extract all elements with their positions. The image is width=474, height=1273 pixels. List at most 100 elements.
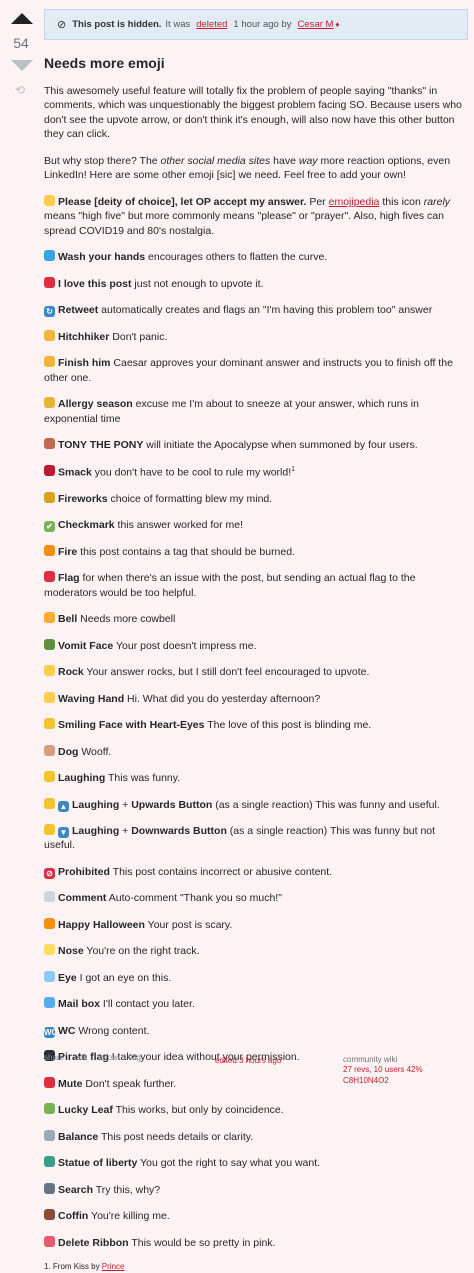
moderator-diamond-icon: ♦ <box>335 20 340 29</box>
heart-icon <box>44 276 55 288</box>
reaction-name: Laughing <box>72 825 120 837</box>
hidden-post-notice: ⊘ This post is hidden. It was deleted 1 … <box>44 9 468 40</box>
fire-icon <box>44 544 55 556</box>
reaction-description: This would be so pretty in pink. <box>128 1236 276 1249</box>
laughing-face-icon <box>44 824 55 835</box>
reaction-item: WCWC Wrong content. <box>44 1024 462 1038</box>
reaction-name: Hitchhiker <box>58 330 110 343</box>
reaction-name: Nose <box>58 945 84 958</box>
reaction-description: I got an eye on this. <box>76 971 172 984</box>
reaction-item: Vomit Face Your post doesn't impress me. <box>44 638 462 653</box>
reaction-description: You got the right to say what you want. <box>137 1157 321 1170</box>
lips-icon <box>44 465 55 477</box>
reaction-name: I love this post <box>58 277 132 290</box>
reaction-item: I love this post just not enough to upvo… <box>44 276 462 291</box>
balance-scale-icon <box>44 1129 55 1141</box>
sneezing-face-icon <box>44 397 55 409</box>
reaction-description: This post needs details or clarity. <box>98 1130 254 1143</box>
reaction-description: automatically creates and flags an "I'm … <box>98 304 433 317</box>
waving-hand-icon <box>44 691 55 703</box>
reaction-name: Fire <box>58 545 78 558</box>
edit-link[interactable]: edit <box>74 1053 87 1062</box>
reaction-item: Coffin You're killing me. <box>44 1209 462 1223</box>
reaction-description: The love of this post is blinding me. <box>204 719 372 732</box>
down-button-icon: ▼ <box>58 827 69 838</box>
post-body: This awesomely useful feature will total… <box>44 84 462 1273</box>
check-mark-icon: ✔ <box>44 521 55 533</box>
reaction-item: Balance This post needs details or clari… <box>44 1129 462 1144</box>
reaction-description: Wrong content. <box>75 1024 150 1037</box>
reaction-name: Allergy season <box>58 398 133 411</box>
bell-icon <box>44 612 55 624</box>
owner-user-link[interactable]: C8H10N4O2 <box>343 1076 423 1086</box>
downvote-arrow-icon[interactable] <box>11 60 33 71</box>
upvote-arrow-icon[interactable] <box>11 13 33 24</box>
notice-strong: This post is hidden. <box>72 19 162 30</box>
reaction-name: Downwards Button <box>131 825 227 837</box>
reaction-description: Don't panic. <box>109 330 168 343</box>
muted-speaker-icon <box>44 1076 55 1088</box>
reaction-description: Try this, why? <box>93 1183 161 1196</box>
reaction-name: Mute <box>58 1077 83 1090</box>
red-flag-icon <box>44 571 55 583</box>
emojipedia-link[interactable]: emojipedia <box>329 196 380 208</box>
edited-time[interactable]: edited 3 hours ago <box>215 1056 281 1065</box>
reaction-name: Finish him <box>58 357 111 370</box>
reaction-item: Dog Wooff. <box>44 744 462 759</box>
reaction-description: will initiate the Apocalypse when summon… <box>143 439 418 452</box>
reaction-item: ↻ Retweet automatically creates and flags… <box>44 303 462 318</box>
reaction-name: Prohibited <box>58 865 110 878</box>
reaction-name: Comment <box>58 892 107 905</box>
reaction-description: this answer worked for me! <box>114 519 244 532</box>
intro-paragraph-2: But why stop there? The other social med… <box>44 154 451 182</box>
reaction-description: This post contains incorrect or abusive … <box>109 865 333 878</box>
reaction-item: Waving Hand Hi. What did you do yesterda… <box>44 691 462 706</box>
reaction-description: You're on the right track. <box>83 945 200 958</box>
up-button-icon: ▲ <box>58 800 69 812</box>
reaction-item-combo: ▲ Laughing + Upwards Button (as a single … <box>44 797 462 812</box>
reaction-name: Happy Halloween <box>58 918 145 931</box>
four-leaf-clover-icon <box>44 1103 55 1115</box>
horse-face-icon <box>44 438 55 450</box>
deleted-link[interactable]: deleted <box>196 19 227 30</box>
reaction-name: Eye <box>58 971 77 984</box>
reaction-item: Comment Auto-comment "Thank you so much!… <box>44 891 462 905</box>
coffin-icon <box>44 1209 55 1221</box>
reaction-item: ⊘ Prohibited This post contains incorrect… <box>44 865 462 879</box>
flag-link[interactable]: flag <box>128 1053 141 1062</box>
reaction-name: Vomit Face <box>58 639 114 652</box>
reaction-name: Waving Hand <box>58 692 125 705</box>
reaction-name: Fireworks <box>58 492 108 505</box>
sign-of-horns-icon <box>44 665 55 677</box>
reaction-description: Your answer rocks, but I still don't fee… <box>83 666 370 679</box>
reaction-item-please: Please [deity of choice], let OP accept … <box>44 194 451 237</box>
reaction-name: Laughing <box>72 798 120 811</box>
ribbon-icon <box>44 1235 55 1247</box>
thumbs-down-icon <box>44 356 55 368</box>
revisions-link[interactable]: 27 revs, 10 users 42% <box>343 1065 423 1075</box>
reaction-item: Fire this post contains a tag that shoul… <box>44 544 462 559</box>
reaction-description: choice of formatting blew my mind. <box>107 492 273 505</box>
reaction-item: Eye I got an eye on this. <box>44 970 462 985</box>
footnote-ref[interactable]: 1 <box>291 466 295 473</box>
prohibited-icon: ⊘ <box>44 867 55 879</box>
reaction-item: Laughing This was funny. <box>44 771 462 785</box>
follow-link[interactable]: follow <box>97 1053 117 1062</box>
reaction-description: Your post doesn't impress me. <box>113 639 257 652</box>
reaction-name: Bell <box>58 613 78 626</box>
reaction-item: Happy Halloween Your post is scary. <box>44 917 462 932</box>
reaction-item: Search Try this, why? <box>44 1182 462 1197</box>
reaction-name: Laughing <box>58 772 106 785</box>
reaction-name: Checkmark <box>58 519 115 532</box>
prince-link[interactable]: Prince <box>102 1262 125 1271</box>
share-link[interactable]: share <box>44 1053 64 1062</box>
reaction-name: Rock <box>58 666 84 679</box>
folded-hands-icon <box>44 194 55 206</box>
history-icon[interactable]: ⟲ <box>15 83 25 97</box>
mailbox-icon <box>44 997 55 1009</box>
reaction-name: TONY THE PONY <box>58 439 144 452</box>
deleter-user-link[interactable]: Cesar M <box>298 19 334 30</box>
reaction-item: Lucky Leaf This works, but only by coinc… <box>44 1103 462 1117</box>
eye-slash-icon: ⊘ <box>57 19 67 31</box>
reaction-item: Statue of liberty You got the right to s… <box>44 1156 462 1170</box>
